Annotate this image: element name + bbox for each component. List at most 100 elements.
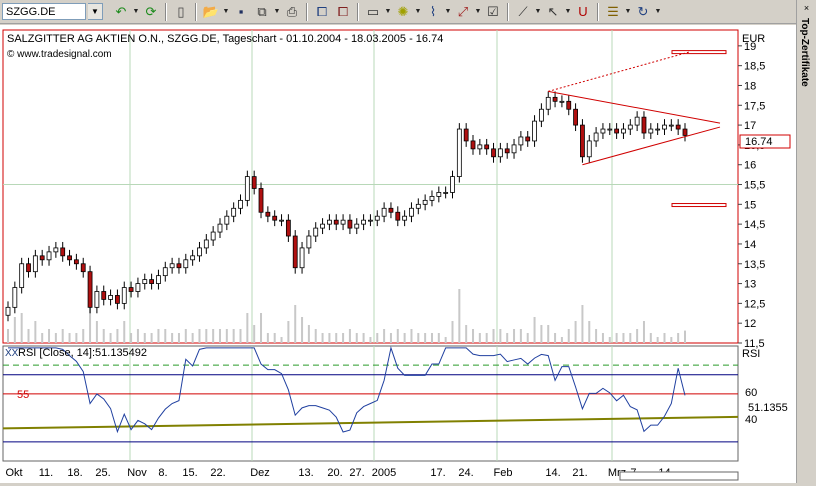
volume-bar bbox=[48, 329, 51, 343]
volume-bar bbox=[362, 333, 365, 343]
drawing-dropdown-arrow[interactable]: ▼ bbox=[474, 8, 482, 15]
volume-bar bbox=[444, 337, 447, 343]
volume-bar bbox=[95, 321, 98, 343]
rsi-unit-label: RSI bbox=[742, 348, 760, 360]
scroll-bar[interactable] bbox=[619, 471, 739, 481]
side-tab-label[interactable]: Top-Zertifikate bbox=[799, 18, 810, 87]
volume-bar bbox=[581, 305, 584, 343]
back-dropdown-arrow[interactable]: ▼ bbox=[132, 8, 140, 15]
candle-body bbox=[53, 247, 59, 253]
price-tick-label: 18,5 bbox=[744, 61, 765, 73]
volume-bar bbox=[499, 329, 502, 343]
candle-body bbox=[108, 295, 113, 300]
candle-body bbox=[552, 96, 558, 102]
volume-bar bbox=[396, 329, 399, 343]
volume-bar bbox=[171, 333, 174, 343]
candle-body bbox=[135, 283, 141, 292]
volume-bar bbox=[417, 333, 420, 343]
candle-body bbox=[422, 199, 428, 205]
line-tool-icon[interactable]: ⟋ bbox=[513, 2, 533, 22]
price-plot-frame bbox=[2, 29, 739, 344]
chart-svg[interactable]: 11,51212,51313,51414,51515,51616,51717,5… bbox=[0, 25, 796, 483]
candle-body bbox=[46, 251, 52, 261]
candle-body bbox=[87, 271, 93, 308]
price-tick-label: 16 bbox=[744, 160, 756, 172]
indicator-dropdown-arrow[interactable]: ▼ bbox=[414, 8, 422, 15]
symbol-input[interactable]: SZGG.DE bbox=[2, 3, 86, 20]
candle-body bbox=[80, 263, 86, 273]
magnet-icon[interactable]: U bbox=[573, 2, 593, 22]
notes-icon[interactable]: ☰ bbox=[603, 2, 623, 22]
copy-icon[interactable]: ⧉ bbox=[252, 2, 272, 22]
volume-bar bbox=[526, 333, 529, 343]
trend-icon[interactable]: ⌇ bbox=[423, 2, 443, 22]
candle-body bbox=[621, 128, 626, 134]
layout-icon[interactable]: ▭ bbox=[363, 2, 383, 22]
drawing-icon[interactable]: ⤢ bbox=[453, 2, 473, 22]
candle-body bbox=[101, 291, 107, 300]
volume-bar bbox=[430, 333, 433, 343]
volume-bar bbox=[61, 329, 64, 343]
reload-icon[interactable]: ↻ bbox=[633, 2, 653, 22]
reload-dropdown-arrow[interactable]: ▼ bbox=[654, 8, 662, 15]
candle-body bbox=[183, 259, 189, 269]
copy-dropdown-arrow[interactable]: ▼ bbox=[273, 8, 281, 15]
x-tick-label: 11. bbox=[39, 467, 53, 479]
toolbar-separator bbox=[597, 2, 599, 21]
volume-bar bbox=[328, 333, 331, 343]
x-tick-label: 25. bbox=[95, 467, 110, 479]
indicator-icon[interactable]: ✺ bbox=[393, 2, 413, 22]
side-tab-panel[interactable]: × Top-Zertifikate bbox=[796, 0, 816, 483]
x-tick-label: 8. bbox=[158, 467, 167, 479]
volume-bar bbox=[307, 325, 310, 343]
save-icon[interactable]: ▪ bbox=[231, 2, 251, 22]
volume-bar bbox=[588, 321, 591, 343]
cursor-icon[interactable]: ↖ bbox=[543, 2, 563, 22]
candle-body bbox=[456, 128, 462, 177]
candle-body bbox=[12, 287, 18, 308]
volume-bar bbox=[560, 337, 563, 343]
cursor-dropdown-arrow[interactable]: ▼ bbox=[564, 8, 572, 15]
candle-body bbox=[169, 263, 175, 269]
symbol-dropdown-button[interactable]: ▼ bbox=[88, 3, 103, 20]
open-folder-icon[interactable]: 📂 bbox=[201, 2, 221, 22]
chart-compare-icon[interactable]: ⧠ bbox=[333, 2, 353, 22]
candle-body bbox=[176, 263, 182, 269]
line-tool-dropdown-arrow[interactable]: ▼ bbox=[534, 8, 542, 15]
candle-body bbox=[26, 263, 31, 273]
volume-bar bbox=[465, 325, 468, 343]
volume-bar bbox=[177, 333, 180, 343]
volume-bar bbox=[116, 329, 119, 343]
new-document-icon[interactable]: ▯ bbox=[171, 2, 191, 22]
volume-bar bbox=[68, 333, 71, 343]
close-icon[interactable]: × bbox=[801, 3, 812, 14]
candle-body bbox=[121, 287, 127, 304]
x-tick-label: Nov bbox=[127, 467, 147, 479]
candle-body bbox=[436, 192, 442, 197]
price-unit-label: EUR bbox=[742, 33, 765, 45]
candle-body bbox=[470, 140, 476, 150]
notes-dropdown-arrow[interactable]: ▼ bbox=[624, 8, 632, 15]
trend-dropdown-arrow[interactable]: ▼ bbox=[444, 8, 452, 15]
refresh-icon[interactable]: ⟳ bbox=[141, 2, 161, 22]
rsi-indicator-icon[interactable]: XX bbox=[5, 348, 19, 359]
chart-area[interactable]: 11,51212,51313,51414,51515,51616,51717,5… bbox=[0, 25, 796, 483]
volume-bar bbox=[20, 313, 23, 343]
properties-icon[interactable]: ☑ bbox=[483, 2, 503, 22]
volume-bar bbox=[656, 337, 659, 343]
x-tick-label: 14. bbox=[545, 467, 560, 479]
volume-bar bbox=[321, 333, 324, 343]
volume-bar bbox=[280, 337, 283, 343]
price-tick-label: 17 bbox=[744, 120, 756, 132]
volume-bar bbox=[253, 325, 256, 343]
candle-body bbox=[545, 96, 551, 110]
candle-body bbox=[655, 128, 661, 131]
chart-window-icon[interactable]: ⧠ bbox=[312, 2, 332, 22]
volume-bar bbox=[54, 333, 57, 343]
back-icon[interactable]: ↶ bbox=[111, 2, 131, 22]
open-folder-dropdown-arrow[interactable]: ▼ bbox=[222, 8, 230, 15]
print-icon[interactable]: ⎙ bbox=[282, 2, 302, 22]
candle-body bbox=[60, 247, 66, 257]
x-tick-label: Feb bbox=[494, 467, 513, 479]
layout-dropdown-arrow[interactable]: ▼ bbox=[384, 8, 392, 15]
